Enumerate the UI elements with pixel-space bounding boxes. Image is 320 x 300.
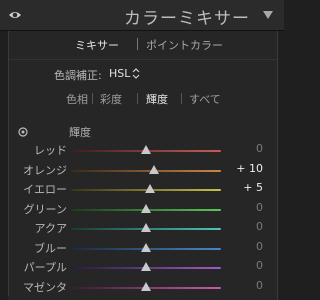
slider-row-magenta: マゼンタ 0 [9, 279, 277, 297]
slider-value[interactable]: 0 [223, 259, 263, 272]
hsl-subtabs: 色相 彩度 輝度 すべて [9, 91, 277, 107]
slider-label: マゼンタ [23, 280, 67, 294]
slider-value[interactable]: + 10 [223, 162, 263, 175]
slider-label: グリーン [23, 202, 67, 216]
slider-value[interactable]: + 5 [223, 181, 263, 194]
updown-chevron-icon[interactable] [132, 68, 140, 79]
slider-label: アクア [34, 222, 67, 235]
slider-value[interactable]: 0 [223, 279, 263, 292]
mode-tabs: ミキサー ポイントカラー [9, 34, 277, 54]
slider-label: オレンジ [23, 163, 67, 177]
subtab-all[interactable]: すべて [189, 91, 221, 107]
slider-row-aqua: アクア 0 [9, 220, 277, 238]
slider-row-blue: ブルー 0 [9, 240, 277, 258]
target-adjust-icon[interactable] [18, 127, 28, 137]
section-label: 輝度 [69, 126, 91, 139]
slider-label: パープル [23, 261, 67, 274]
panel-body: ミキサー ポイントカラー 色調補正: HSL 色相 彩度 輝度 すべて 輝度 レ… [8, 31, 278, 300]
divider [9, 59, 277, 60]
tab-separator [137, 38, 138, 50]
slider-row-orange: オレンジ + 10 [9, 162, 277, 180]
slider-thumb[interactable] [141, 145, 151, 154]
slider-label: イエロー [23, 183, 67, 196]
subtab-luminance[interactable]: 輝度 [146, 91, 168, 107]
slider-thumb[interactable] [141, 203, 151, 213]
adjust-label: 色調補正: [54, 69, 102, 82]
slider-value[interactable]: 0 [223, 201, 263, 214]
slider-thumb[interactable] [144, 184, 155, 193]
tab-mixer[interactable]: ミキサー [75, 37, 119, 53]
eye-icon[interactable] [8, 9, 22, 21]
triangle-down-icon[interactable] [262, 10, 274, 20]
slider-row-purple: パープル 0 [9, 259, 277, 277]
slider-thumb[interactable] [141, 242, 151, 252]
slider-value[interactable]: 0 [223, 220, 263, 233]
slider-thumb[interactable] [141, 281, 151, 291]
adjust-select[interactable]: HSL [109, 67, 130, 80]
slider-label: ブルー [34, 241, 67, 255]
subtab-separator [92, 93, 93, 104]
subtab-hue[interactable]: 色相 [66, 91, 88, 107]
slider-row-red: レッド 0 [9, 142, 277, 160]
slider-thumb[interactable] [141, 223, 151, 232]
panel-header[interactable]: カラーミキサー [0, 0, 284, 31]
subtab-separator [181, 93, 182, 104]
subtab-separator [137, 93, 138, 104]
panel-bottom [8, 296, 276, 300]
panel-title: カラーミキサー [124, 9, 250, 29]
slider-row-green: グリーン 0 [9, 201, 277, 219]
slider-thumb[interactable] [148, 164, 159, 174]
tab-point-color[interactable]: ポイントカラー [146, 37, 223, 53]
color-mixer-panel: カラーミキサー ミキサー ポイントカラー 色調補正: HSL 色相 彩度 輝度 … [0, 0, 284, 300]
slider-row-yellow: イエロー + 5 [9, 181, 277, 199]
slider-label: レッド [34, 144, 67, 157]
slider-track-orange[interactable] [71, 169, 221, 172]
subtab-saturation[interactable]: 彩度 [100, 91, 122, 107]
slider-thumb[interactable] [141, 262, 151, 271]
slider-value[interactable]: 0 [223, 142, 263, 155]
slider-value[interactable]: 0 [223, 240, 263, 253]
